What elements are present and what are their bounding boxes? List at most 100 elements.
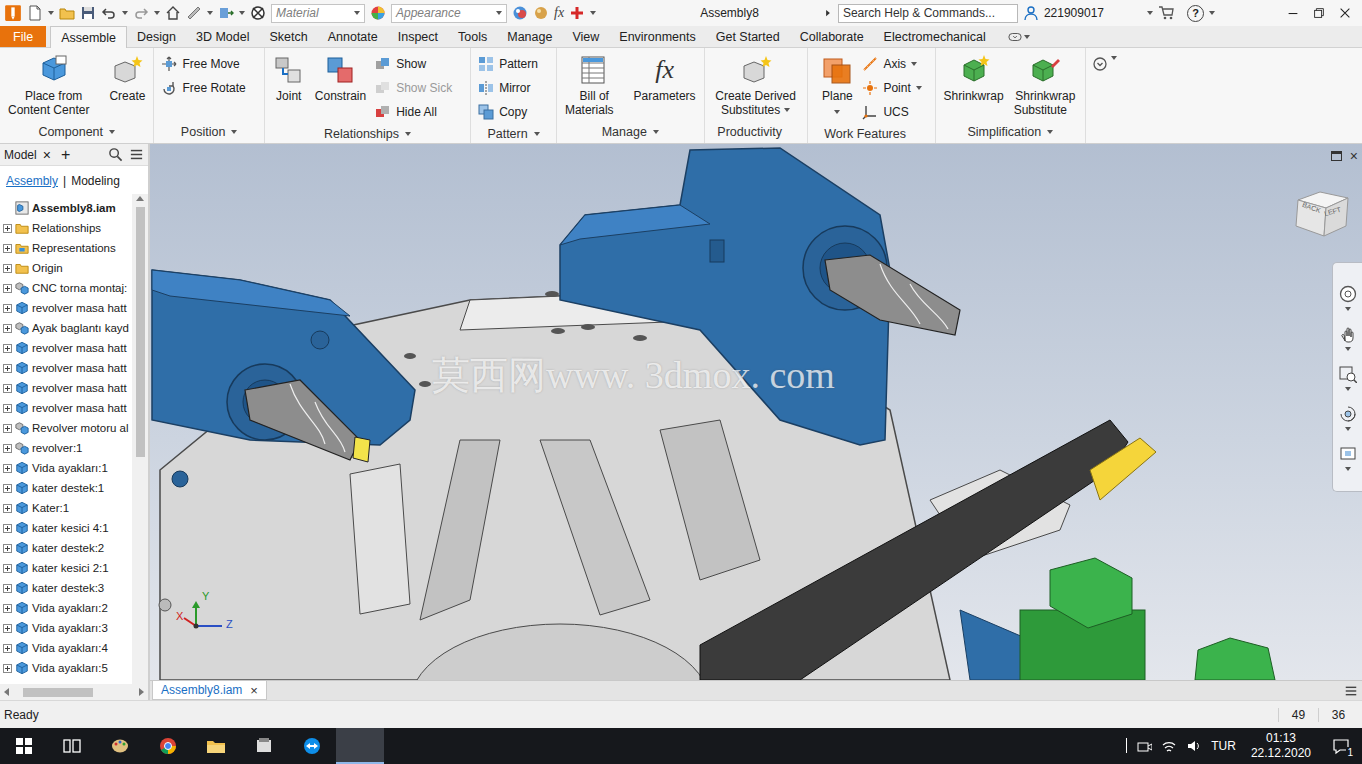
group-label[interactable]: Relationships <box>265 124 470 143</box>
expand-toggle[interactable] <box>3 404 12 413</box>
inventor-logo-icon[interactable] <box>4 4 22 22</box>
expand-toggle[interactable] <box>3 544 12 553</box>
new-icon[interactable] <box>27 5 43 21</box>
redo-icon[interactable] <box>133 5 149 21</box>
search-arrow-icon[interactable] <box>823 7 833 19</box>
tree-item[interactable]: CNC torna montaj: <box>0 278 132 298</box>
dropdown-arrow-icon[interactable] <box>784 108 790 112</box>
tree-item[interactable]: Representations <box>0 238 132 258</box>
wifi-icon[interactable] <box>1161 738 1177 754</box>
appearance-dropdown[interactable]: Appearance <box>391 4 507 23</box>
graphics-viewport[interactable]: 莫西网www. 3dmox. com×BACKLEFTXYZ <box>150 144 1362 680</box>
group-label[interactable]: Productivity <box>705 121 807 143</box>
view-cube[interactable]: BACKLEFT <box>1290 184 1354 244</box>
tree-item[interactable]: Relationships <box>0 218 132 238</box>
browser-tab[interactable]: Assembly <box>6 174 58 188</box>
tree-item[interactable]: kater destek:2 <box>0 538 132 558</box>
tree-item[interactable]: Vida ayakları:2 <box>0 598 132 618</box>
help-button[interactable]: ? <box>1187 5 1204 22</box>
ribbon-button[interactable]: Free Rotate <box>161 78 256 98</box>
ribbon-tab[interactable]: View <box>562 26 609 47</box>
taskbar-app[interactable] <box>240 728 288 764</box>
orbit-icon[interactable] <box>1339 405 1357 423</box>
expand-toggle[interactable] <box>3 244 12 253</box>
tree-item[interactable]: Kater:1 <box>0 498 132 518</box>
input-language[interactable]: TUR <box>1211 739 1236 753</box>
large-button[interactable]: Bill ofMaterials <box>561 52 628 119</box>
large-button[interactable]: Plane <box>817 52 857 113</box>
tree-item[interactable]: revolver masa hatt <box>0 338 132 358</box>
tree-item[interactable]: Revolver motoru al <box>0 418 132 438</box>
user-name[interactable]: 221909017 <box>1044 6 1104 20</box>
dropdown-arrow-icon[interactable] <box>405 132 411 136</box>
ribbon-tab[interactable]: Sketch <box>259 26 317 47</box>
search-icon[interactable] <box>108 147 123 162</box>
ribbon-tab[interactable]: Electromechanical <box>874 26 996 47</box>
group-label[interactable]: Simplification <box>936 121 1085 143</box>
taskbar-app[interactable] <box>336 728 384 764</box>
select-icon[interactable] <box>250 5 266 21</box>
panel-toggle[interactable] <box>996 26 1040 47</box>
group-label[interactable]: Position <box>154 121 263 143</box>
ribbon-button[interactable]: Show <box>375 54 463 74</box>
tree-item[interactable]: Vida ayakları:4 <box>0 638 132 658</box>
tree-item[interactable]: revolver:1 <box>0 438 132 458</box>
home-icon[interactable] <box>165 5 181 21</box>
dropdown-arrow-icon[interactable] <box>1209 11 1215 15</box>
tree-item[interactable]: revolver masa hatt <box>0 358 132 378</box>
large-button[interactable]: Create DerivedSubstitutes <box>711 52 800 119</box>
ribbon-tab[interactable]: Tools <box>448 26 497 47</box>
tab-close[interactable]: × <box>250 683 258 698</box>
volume-icon[interactable] <box>1186 738 1202 754</box>
tree-item[interactable]: Assembly8.iam <box>0 198 132 218</box>
user-icon[interactable] <box>1023 5 1039 21</box>
large-button[interactable]: Create <box>105 52 149 113</box>
ribbon-button[interactable]: Mirror <box>478 78 549 98</box>
document-menu-icon[interactable] <box>1344 684 1358 698</box>
group-label[interactable]: Pattern <box>471 124 556 143</box>
viewport-close[interactable]: × <box>1350 148 1358 164</box>
dropdown-arrow-icon[interactable] <box>354 11 360 15</box>
group-label[interactable]: Manage <box>557 121 704 143</box>
tree-item[interactable]: revolver masa hatt <box>0 298 132 318</box>
expand-toggle[interactable] <box>3 384 12 393</box>
large-button[interactable]: Joint <box>269 52 309 113</box>
restore-button[interactable] <box>1306 2 1332 24</box>
ribbon-button[interactable]: Free Move <box>161 54 256 74</box>
expand-toggle[interactable] <box>3 344 12 353</box>
browser-close[interactable]: × <box>43 147 51 163</box>
dropdown-arrow-icon[interactable] <box>534 132 540 136</box>
scroll-thumb[interactable] <box>23 688 93 697</box>
ribbon-tab[interactable]: Design <box>127 26 186 47</box>
expand-toggle[interactable] <box>3 464 12 473</box>
large-button[interactable]: Place fromContent Center <box>4 52 103 119</box>
expand-toggle[interactable] <box>3 484 12 493</box>
tree-item[interactable]: revolver masa hatt <box>0 378 132 398</box>
expand-toggle[interactable] <box>3 664 12 673</box>
expand-toggle[interactable] <box>3 604 12 613</box>
browser-add[interactable]: + <box>61 146 70 164</box>
dropdown-arrow-icon[interactable] <box>48 11 54 15</box>
clock[interactable]: 01:1322.12.2020 <box>1245 731 1317 761</box>
taskbar-app[interactable] <box>0 728 48 764</box>
measure-icon[interactable] <box>186 5 202 21</box>
dropdown-arrow-icon[interactable] <box>653 130 659 134</box>
dropdown-arrow-icon[interactable] <box>834 110 840 114</box>
adjust-appearance-icon[interactable] <box>512 5 528 21</box>
dropdown-arrow-icon[interactable] <box>1047 130 1053 134</box>
steering-wheel-icon[interactable] <box>1339 285 1357 303</box>
add-icon[interactable] <box>569 5 585 21</box>
ribbon-tab[interactable]: Collaborate <box>790 26 874 47</box>
group-label[interactable]: Work Features <box>808 124 935 143</box>
action-center[interactable]: 1 <box>1326 731 1356 761</box>
taskbar-app[interactable] <box>288 728 336 764</box>
large-button[interactable]: ShrinkwrapSubstitute <box>1010 52 1081 119</box>
ribbon-button[interactable]: Pattern <box>478 54 549 74</box>
dropdown-arrow-icon[interactable] <box>590 11 596 15</box>
expand-toggle[interactable] <box>3 364 12 373</box>
ribbon-button[interactable]: UCS <box>862 102 921 122</box>
save-icon[interactable] <box>80 5 96 21</box>
expand-toggle[interactable] <box>3 504 12 513</box>
dropdown-arrow-icon[interactable] <box>109 130 115 134</box>
ribbon-tab[interactable]: Get Started <box>706 26 790 47</box>
